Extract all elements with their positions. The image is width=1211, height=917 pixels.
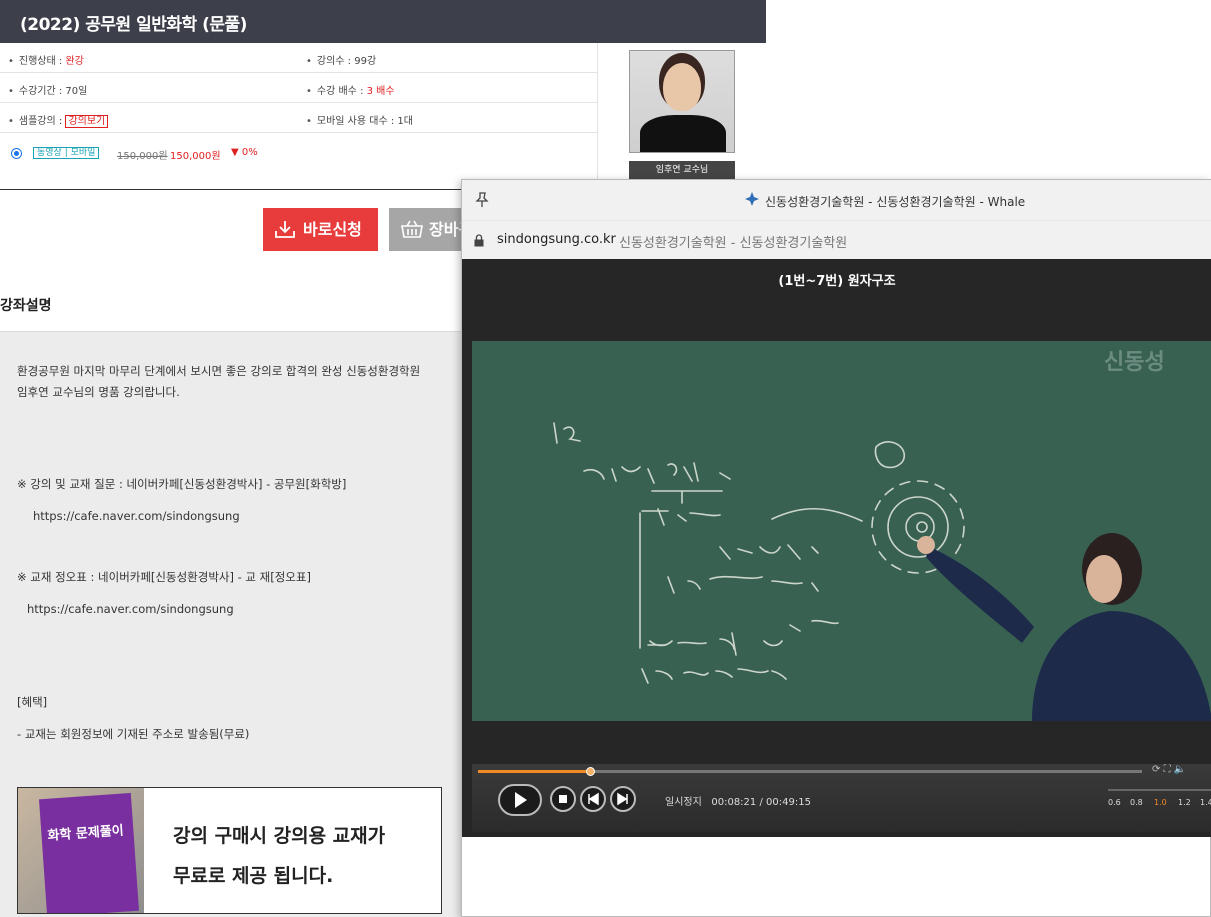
watermark-text: 신동성	[1104, 350, 1165, 375]
total-time: 00:49:15	[766, 797, 811, 808]
repeat-icon[interactable]: ⟳	[1152, 764, 1160, 775]
discount-rate: ▼ 0%	[231, 147, 258, 158]
player-state: 일시정지	[665, 797, 702, 808]
skip-back-icon	[588, 792, 599, 806]
lecture-count: 강의수 : 99강	[306, 52, 376, 67]
speed-slider[interactable]	[1108, 789, 1211, 791]
player-controls: ⟳ ⛶ 🔈 일시정지 00:08:21 / 00:49:15 0.6 0.8 1…	[472, 764, 1211, 832]
option-tag: 동영상 | 모바일	[33, 147, 100, 159]
lesson-title: (1번~7번) 원자구조	[778, 274, 896, 289]
sale-price: 150,000원	[170, 151, 221, 162]
banner-line: 강의 구매시 강의용 교재가	[173, 825, 386, 847]
popup-window-title: 신동성환경기술학원 - 신동성환경기술학원 - Whale	[765, 195, 1026, 209]
status-label: 진행상태 :	[18, 56, 66, 67]
academy-logo-icon	[745, 192, 759, 206]
current-time: 00:08:21	[711, 797, 757, 808]
speed-option-selected[interactable]: 1.0	[1154, 798, 1167, 807]
video-frame[interactable]: 신동성	[472, 341, 1211, 721]
lock-icon	[474, 234, 484, 247]
stop-button[interactable]	[550, 786, 576, 812]
divider	[597, 43, 598, 190]
discount-value: 0%	[241, 147, 258, 158]
video-player[interactable]: (1번~7번) 원자구조 신동성 ⟳ ⛶ 🔈 일시정지 00:08:21 / 0…	[462, 259, 1211, 837]
forward-button[interactable]	[610, 786, 636, 812]
professor-body	[640, 115, 726, 152]
popup-domain: sindongsung.co.kr	[497, 232, 616, 247]
volume-icon[interactable]: 🔈	[1174, 764, 1186, 775]
free-textbook-banner: 화학 문제풀이 강의 구매시 강의용 교재가 무료로 제공 됩니다.	[17, 787, 442, 914]
stop-icon	[559, 795, 567, 803]
speed-option[interactable]: 0.8	[1130, 798, 1143, 807]
benefit-heading: [혜택]	[17, 695, 48, 709]
rewind-button[interactable]	[580, 786, 606, 812]
description-line: 환경공무원 마지막 마무리 단계에서 보시면 좋은 강의로 합격의 완성 신동성…	[17, 364, 421, 378]
description-line: 임후연 교수님의 명품 강의랍니다.	[17, 385, 180, 399]
pin-icon[interactable]	[475, 192, 489, 208]
banner-line: 무료로 제공 됩니다.	[173, 865, 334, 887]
info-row: 수강기간 : 70일 수강 배수 : 3 배수	[0, 73, 598, 103]
download-icon	[275, 221, 295, 238]
option-radio[interactable]	[11, 148, 22, 159]
course-period: 수강기간 : 70일	[8, 82, 87, 97]
cart-button[interactable]: 장바구니	[389, 208, 469, 251]
course-title: (2022) 공무원 일반화학 (문풀)	[0, 0, 766, 43]
apply-label: 바로신청	[303, 220, 362, 239]
multiplier-value: 3 배수	[366, 86, 395, 97]
book-title: 화학 문제풀이	[47, 823, 125, 844]
textbook-image: 화학 문제풀이	[18, 788, 144, 913]
sample-lecture-button[interactable]: 강의보기	[65, 115, 109, 128]
down-arrow-icon: ▼	[231, 147, 242, 158]
progress-fill	[478, 770, 591, 773]
lecture-video-image: 신동성	[472, 341, 1211, 721]
play-icon	[515, 792, 527, 808]
status-field: 진행상태 : 완강	[8, 52, 84, 67]
popup-address-bar: sindongsung.co.kr 신동성환경기술학원 - 신동성환경기술학원	[462, 220, 1211, 259]
video-popup-window[interactable]: 신동성환경기술학원 - 신동성환경기술학원 - Whale sindongsun…	[461, 179, 1211, 917]
professor-photo	[629, 50, 735, 153]
apply-button[interactable]: 바로신청	[263, 208, 378, 251]
description-heading: 강좌설명	[0, 298, 52, 314]
price-option[interactable]: 동영상 | 모바일 150,000원 150,000원 ▼ 0%	[0, 143, 598, 173]
fullscreen-icon[interactable]: ⛶	[1164, 764, 1171, 775]
player-extra-icons: ⟳ ⛶ 🔈	[1152, 764, 1186, 775]
play-button[interactable]	[498, 784, 542, 816]
info-row: 샘플강의 : 강의보기 모바일 사용 대수 : 1대	[0, 103, 598, 133]
speed-option[interactable]: 1.4	[1200, 798, 1211, 807]
playback-status: 일시정지 00:08:21 / 00:49:15	[665, 797, 811, 808]
professor-head	[663, 63, 701, 111]
original-price: 150,000원	[117, 151, 168, 162]
professor-name: 임후연 교수님	[629, 161, 735, 180]
skip-forward-icon	[617, 792, 628, 806]
sample-label: 샘플강의 :	[18, 116, 66, 127]
popup-page-title: 신동성환경기술학원 - 신동성환경기술학원	[619, 236, 848, 251]
description-box: 환경공무원 마지막 마무리 단계에서 보시면 좋은 강의로 합격의 완성 신동성…	[0, 331, 462, 917]
sample-field: 샘플강의 : 강의보기	[8, 112, 109, 128]
basket-icon	[401, 220, 423, 238]
errata-url[interactable]: https://cafe.naver.com/sindongsung	[27, 602, 234, 616]
page: (2022) 공무원 일반화학 (문풀) 진행상태 : 완강 강의수 : 99강…	[0, 0, 1211, 917]
popup-titlebar: 신동성환경기술학원 - 신동성환경기술학원 - Whale	[462, 180, 1211, 220]
benefit-text: - 교재는 회원정보에 기재된 주소로 발송됨(무료)	[17, 727, 250, 741]
book-cover: 화학 문제풀이	[38, 792, 140, 913]
course-info: 진행상태 : 완강 강의수 : 99강 수강기간 : 70일 수강 배수 : 3…	[0, 43, 598, 190]
speed-option[interactable]: 1.2	[1178, 798, 1191, 807]
multiplier-field: 수강 배수 : 3 배수	[306, 82, 395, 97]
progress-bar[interactable]	[478, 767, 1142, 776]
progress-handle[interactable]	[585, 767, 595, 776]
speed-option[interactable]: 0.6	[1108, 798, 1121, 807]
multiplier-label: 수강 배수 :	[316, 86, 367, 97]
errata-info: ※ 교재 정오표 : 네이버카페[신동성환경박사] - 교 재[정오표]	[17, 570, 311, 584]
info-row: 진행상태 : 완강 강의수 : 99강	[0, 43, 598, 73]
status-value: 완강	[65, 56, 84, 67]
qa-info: ※ 강의 및 교재 질문 : 네이버카페[신동성환경박사] - 공무원[화학방]	[17, 477, 347, 491]
qa-url[interactable]: https://cafe.naver.com/sindongsung	[33, 509, 240, 523]
mobile-devices: 모바일 사용 대수 : 1대	[306, 112, 413, 127]
